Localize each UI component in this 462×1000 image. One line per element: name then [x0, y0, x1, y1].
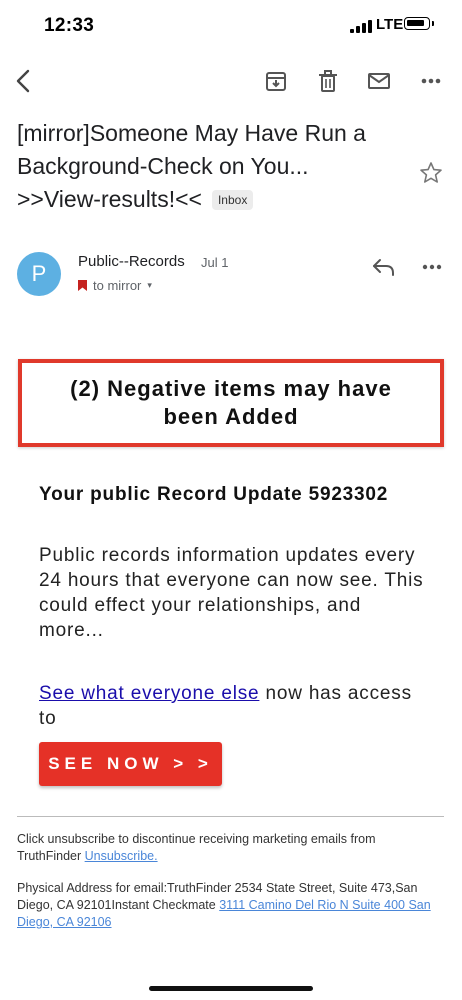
- recipient-text: to mirror: [93, 278, 142, 293]
- see-now-button[interactable]: SEE NOW > >: [39, 742, 222, 786]
- network-type: LTE: [376, 16, 404, 33]
- subject-line: >>View-results!<<: [17, 186, 202, 212]
- mail-icon[interactable]: [366, 68, 392, 94]
- negative-items-alert: (2) Negative items may have been Added: [18, 359, 444, 447]
- avatar[interactable]: P: [17, 252, 61, 296]
- see-what-everyone-link[interactable]: See what everyone else: [39, 683, 259, 704]
- chevron-down-icon: ▾: [147, 280, 152, 290]
- footer-divider: [17, 816, 444, 817]
- signal-strength-icon: [350, 20, 372, 33]
- recipient-details[interactable]: to mirror ▾: [78, 278, 152, 293]
- record-update-text: Public records information updates every…: [39, 545, 424, 641]
- sender-name[interactable]: Public--Records: [78, 253, 185, 270]
- inbox-label-badge[interactable]: Inbox: [211, 189, 254, 210]
- physical-address: Physical Address for email:TruthFinder 2…: [17, 880, 442, 931]
- unsubscribe-notice: Click unsubscribe to discontinue receivi…: [17, 831, 437, 865]
- star-icon[interactable]: [418, 160, 444, 186]
- unsubscribe-text: Click unsubscribe to discontinue receivi…: [17, 832, 376, 863]
- more-horizontal-icon[interactable]: [418, 68, 444, 94]
- unsubscribe-link[interactable]: Unsubscribe.: [85, 849, 158, 863]
- message-more-icon[interactable]: [420, 256, 444, 278]
- subject-line: [mirror]Someone May Have Run a: [17, 120, 366, 146]
- archive-icon[interactable]: [263, 68, 289, 94]
- record-update-title: Your public Record Update 5923302: [39, 484, 389, 505]
- reply-icon[interactable]: [372, 256, 396, 278]
- back-arrow-icon[interactable]: [12, 68, 38, 94]
- battery-icon: [404, 17, 434, 30]
- status-bar: 12:33 LTE: [0, 0, 462, 50]
- importance-marker-icon: [78, 280, 87, 291]
- trash-icon[interactable]: [315, 68, 341, 94]
- email-subject: [mirror]Someone May Have Run a Backgroun…: [17, 117, 402, 216]
- status-time: 12:33: [44, 15, 95, 36]
- home-indicator[interactable]: [149, 986, 313, 991]
- access-paragraph: See what everyone else now has access to: [39, 681, 429, 731]
- subject-line: Background-Check on You...: [17, 153, 309, 179]
- email-date: Jul 1: [201, 255, 229, 270]
